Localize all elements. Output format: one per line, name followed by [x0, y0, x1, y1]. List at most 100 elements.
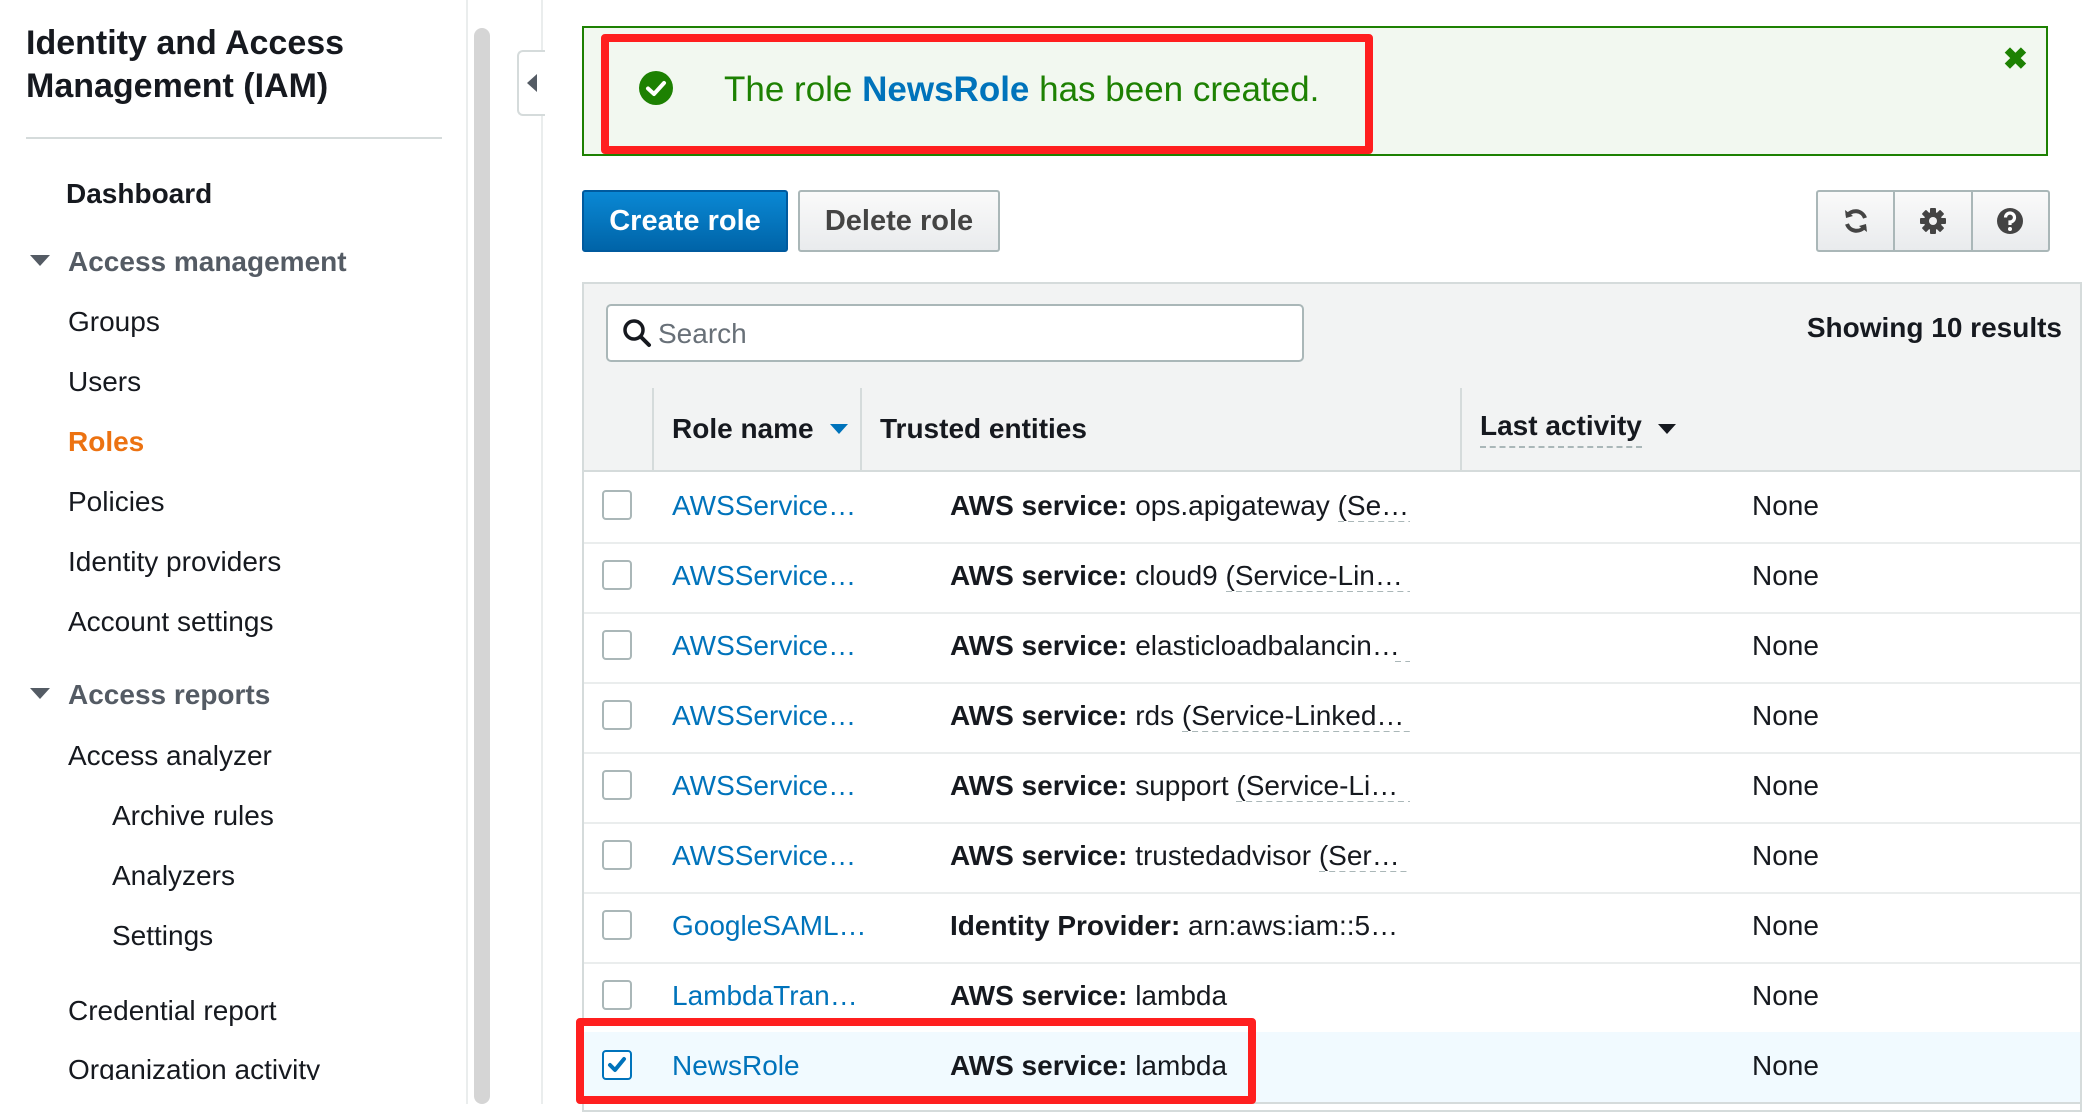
chevron-left-icon [527, 74, 537, 92]
table-row[interactable]: AWSServiceRole… AWS service: cloud9 (Serv… [584, 542, 2080, 614]
search-input[interactable]: Search [606, 304, 1304, 362]
table-row[interactable]: GoogleSAMLRole Identity Provider: arn:aws… [584, 892, 2080, 964]
success-flash: The role NewsRole has been created. ✖ [582, 26, 2048, 156]
row-checkbox[interactable] [602, 910, 632, 940]
sidebar-section-access-management[interactable]: Access management [30, 246, 347, 278]
column-label: Role name [672, 413, 814, 444]
caret-down-icon [30, 688, 50, 700]
table-row[interactable]: AWSServiceRole… AWS service: trustedadvis… [584, 822, 2080, 894]
sidebar-scrollbar[interactable] [474, 28, 490, 1104]
refresh-button[interactable] [1818, 192, 1896, 250]
entity-type: AWS service: [950, 700, 1128, 731]
row-checkbox[interactable] [602, 770, 632, 800]
entity-type: AWS service: [950, 980, 1128, 1011]
table-row[interactable]: AWSServiceRole… AWS service: ops.apigatew… [584, 472, 2080, 544]
table-row[interactable]: AWSServiceRole… AWS service: rds (Service… [584, 682, 2080, 754]
sidebar-item-archive-rules[interactable]: Archive rules [112, 800, 274, 832]
last-activity-cell: None [1752, 630, 1819, 661]
row-checkbox[interactable] [602, 1050, 632, 1080]
table-row[interactable]: LambdaTranslat… AWS service: lambda None [584, 962, 2080, 1034]
sidebar-item-analyzers[interactable]: Analyzers [112, 860, 235, 892]
sidebar-item-dashboard[interactable]: Dashboard [66, 178, 212, 210]
row-checkbox[interactable] [602, 490, 632, 520]
role-name-link[interactable]: AWSServiceRole… [672, 840, 868, 872]
sidebar-item-credential-report[interactable]: Credential report [68, 995, 277, 1027]
close-icon[interactable]: ✖ [2003, 42, 2028, 77]
column-role-name[interactable]: Role name [672, 388, 848, 470]
sidebar-item-roles[interactable]: Roles [68, 426, 144, 458]
last-activity-cell: None [1752, 700, 1819, 731]
section-label: Access management [68, 246, 347, 277]
role-name-link[interactable]: AWSServiceRole… [672, 630, 868, 662]
sort-down-icon [829, 424, 848, 434]
row-checkbox[interactable] [602, 980, 632, 1010]
checkmark-icon [608, 1057, 626, 1072]
help-icon [1997, 208, 2024, 234]
settings-button[interactable] [1895, 192, 1973, 250]
results-count: Showing 10 results [1806, 312, 2062, 343]
entity-value: lambda [1135, 1050, 1228, 1081]
row-checkbox[interactable] [602, 560, 632, 590]
collapse-sidebar-button[interactable] [517, 50, 545, 116]
search-icon [623, 319, 651, 347]
entity-type: AWS service: [950, 770, 1128, 801]
role-name-link[interactable]: AWSServiceRole… [672, 490, 868, 522]
role-name-link[interactable]: LambdaTranslat… [672, 980, 868, 1012]
trusted-entity-cell: AWS service: ops.apigateway (Service-Lin… [950, 490, 1410, 522]
entity-type: AWS service: [950, 490, 1128, 521]
trusted-entity-cell: AWS service: lambda [950, 980, 1410, 1012]
trusted-entity-cell: AWS service: cloud9 (Service-Linked role… [950, 560, 1410, 592]
trusted-entity-cell: Identity Provider: arn:aws:iam::55137482… [950, 910, 1410, 942]
entity-suffix[interactable]: (Service-Linked role) [1236, 770, 1410, 802]
last-activity-cell: None [1752, 910, 1819, 941]
role-name-link[interactable]: GoogleSAMLRole [672, 910, 868, 942]
caret-down-icon [30, 255, 50, 267]
sidebar-item-access-analyzer[interactable]: Access analyzer [68, 740, 272, 772]
role-name-link[interactable]: AWSServiceRole… [672, 770, 868, 802]
table-row[interactable]: AWSServiceRole… AWS service: elasticloadb… [584, 612, 2080, 684]
trusted-entity-cell: AWS service: support (Service-Linked rol… [950, 770, 1410, 802]
create-role-button[interactable]: Create role [582, 190, 788, 252]
role-name-link[interactable]: NewsRole [672, 1050, 868, 1082]
sort-down-icon [1657, 424, 1676, 434]
flash-message: The role NewsRole has been created. [724, 70, 1319, 110]
entity-value: lambda [1135, 980, 1228, 1011]
last-activity-cell: None [1752, 1050, 1819, 1081]
table-header: Role name Trusted entities Last activity [584, 388, 2080, 472]
entity-type: AWS service: [950, 630, 1128, 661]
sidebar-item-organization-activity[interactable]: Organization activity [68, 1054, 320, 1080]
sidebar-title: Identity and Access Management (IAM) [26, 24, 345, 105]
table-row[interactable]: NewsRole AWS service: lambda None [584, 1032, 2080, 1104]
column-last-activity[interactable]: Last activity [1480, 388, 1676, 470]
entity-type: AWS service: [950, 840, 1128, 871]
flash-text: The role [724, 70, 863, 109]
help-button[interactable] [1973, 192, 2048, 250]
sidebar-item-groups[interactable]: Groups [68, 306, 160, 338]
sidebar-item-users[interactable]: Users [68, 366, 141, 398]
sidebar-item-settings[interactable]: Settings [112, 920, 213, 952]
entity-suffix[interactable]: (Service-Linked role) [1225, 560, 1410, 592]
column-trusted-entities[interactable]: Trusted entities [880, 388, 1087, 470]
sidebar-section-access-reports[interactable]: Access reports [30, 679, 270, 711]
flash-text: has been created. [1029, 70, 1320, 109]
row-checkbox[interactable] [602, 840, 632, 870]
sidebar-item-account-settings[interactable]: Account settings [68, 606, 273, 638]
entity-suffix[interactable]: (Service-Linked … [1318, 840, 1410, 872]
sidebar-divider [26, 137, 442, 139]
entity-suffix[interactable]: (Service-Linke… [1337, 490, 1410, 522]
row-checkbox[interactable] [602, 700, 632, 730]
sidebar-item-identity-providers[interactable]: Identity providers [68, 546, 281, 578]
search-placeholder: Search [658, 318, 747, 349]
entity-value: elasticloadbalancing [1135, 630, 1388, 661]
role-name-link[interactable]: AWSServiceRole… [672, 700, 868, 732]
entity-value: trustedadvisor [1135, 840, 1312, 871]
trusted-entity-cell: AWS service: rds (Service-Linked role) [950, 700, 1410, 732]
role-name-link[interactable]: AWSServiceRole… [672, 560, 868, 592]
row-checkbox[interactable] [602, 630, 632, 660]
sidebar-item-policies[interactable]: Policies [68, 486, 164, 518]
entity-suffix[interactable]: (Service-Linked role) [1181, 700, 1410, 732]
entity-type: Identity Provider: [950, 910, 1181, 941]
table-row[interactable]: AWSServiceRole… AWS service: support (Ser… [584, 752, 2080, 824]
delete-role-button[interactable]: Delete role [798, 190, 1000, 252]
flash-role-link[interactable]: NewsRole [862, 70, 1029, 109]
